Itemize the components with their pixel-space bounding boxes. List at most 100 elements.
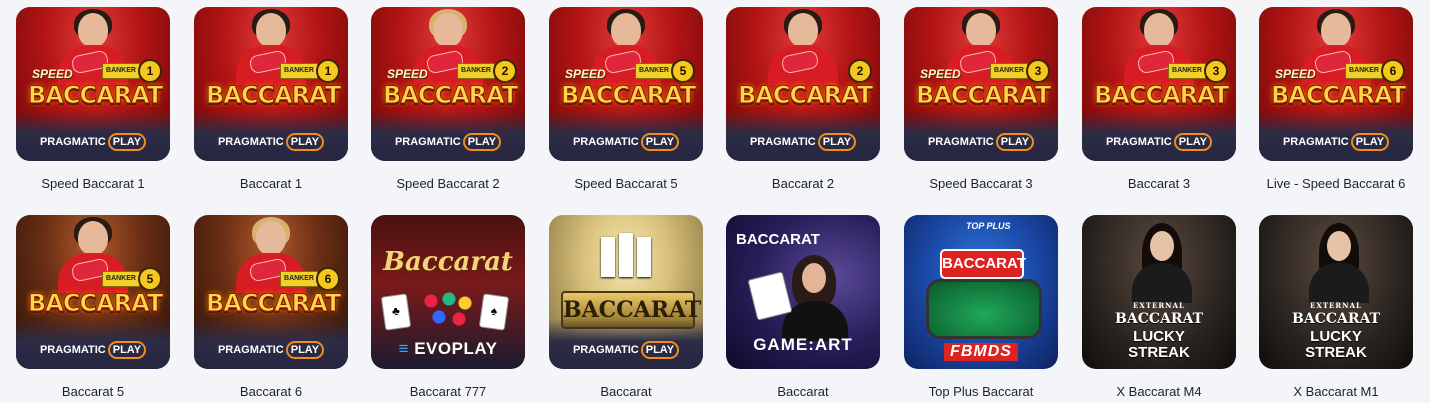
provider-logo: PRAGMATIC PLAY xyxy=(371,133,525,151)
table-number-badge: 5 xyxy=(671,59,695,83)
dealer-face xyxy=(256,13,286,47)
game-grid: BANKER 1 SPEED BACCARAT PRAGMATIC PLAY Sp… xyxy=(0,0,1430,403)
game-title[interactable]: X Baccarat M1 xyxy=(1259,384,1413,399)
game-title[interactable]: Speed Baccarat 3 xyxy=(904,176,1058,191)
banker-badge: BANKER xyxy=(102,63,140,79)
banker-badge: BANKER xyxy=(457,63,495,79)
table-number-badge: 3 xyxy=(1026,59,1050,83)
external-label: EXTERNAL xyxy=(1133,301,1185,310)
game-title[interactable]: Baccarat 777 xyxy=(371,384,525,399)
top-plus-label: TOP PLUS xyxy=(966,221,1011,231)
provider-logo: PRAGMATIC PLAY xyxy=(16,133,170,151)
game-thumbnail[interactable]: TOP PLUS BACCARAT FBMDS xyxy=(904,215,1058,369)
dealer-face xyxy=(78,221,108,255)
dealer-face xyxy=(78,13,108,47)
game-thumbnail[interactable]: BANKER 1 BACCARAT PRAGMATIC PLAY xyxy=(194,7,348,161)
game-title[interactable]: Speed Baccarat 1 xyxy=(16,176,170,191)
provider-logo: PRAGMATIC PLAY xyxy=(904,133,1058,151)
provider-logo: ≡ EVOPLAY xyxy=(398,339,498,358)
game-card[interactable]: 2 BACCARAT PRAGMATIC PLAY Baccarat 2 xyxy=(726,7,880,191)
game-thumbnail[interactable]: BACCARAT PRAGMATIC PLAY xyxy=(549,215,703,369)
game-logo: BACCARAT xyxy=(1115,311,1203,327)
game-logo: BACCARAT xyxy=(1271,81,1407,110)
game-thumbnail[interactable]: BANKER 6 BACCARAT PRAGMATIC PLAY xyxy=(194,215,348,369)
game-card[interactable]: Baccarat ♣ ♠ ≡ EVOPLAY Baccarat 777 xyxy=(371,215,525,399)
streak-label: STREAK xyxy=(1305,344,1367,361)
game-thumbnail[interactable]: Baccarat ♣ ♠ ≡ EVOPLAY xyxy=(371,215,525,369)
external-label: EXTERNAL xyxy=(1310,301,1362,310)
dealer-face xyxy=(802,263,826,293)
game-card[interactable]: BANKER 6 SPEED BACCARAT PRAGMATIC PLAY Li… xyxy=(1259,7,1413,191)
game-title[interactable]: Baccarat xyxy=(549,384,703,399)
dealer-face xyxy=(256,221,286,255)
game-thumbnail[interactable]: BANKER 5 BACCARAT PRAGMATIC PLAY xyxy=(16,215,170,369)
table-number-badge: 6 xyxy=(1381,59,1405,83)
game-title[interactable]: Baccarat 3 xyxy=(1082,176,1236,191)
game-title[interactable]: Baccarat xyxy=(726,384,880,399)
game-logo: BACCARAT xyxy=(206,81,342,110)
provider-logo: PRAGMATIC PLAY xyxy=(194,133,348,151)
game-card[interactable]: BACCARAT PRAGMATIC PLAY Baccarat xyxy=(549,215,703,399)
game-thumbnail[interactable]: BANKER 3 BACCARAT PRAGMATIC PLAY xyxy=(1082,7,1236,161)
game-thumbnail[interactable]: BACCARAT GAME:ART xyxy=(726,215,880,369)
game-title[interactable]: Speed Baccarat 5 xyxy=(549,176,703,191)
game-title[interactable]: Baccarat 5 xyxy=(16,384,170,399)
table-number-badge: 2 xyxy=(493,59,517,83)
playing-card: ♣ xyxy=(380,293,412,331)
game-logo: BACCARAT xyxy=(1292,311,1380,327)
game-logo: BACCARAT xyxy=(28,81,164,110)
lucky-label: LUCKY xyxy=(1133,328,1185,345)
provider-logo: PRAGMATIC PLAY xyxy=(1259,133,1413,151)
game-thumbnail[interactable]: BANKER 1 SPEED BACCARAT PRAGMATIC PLAY xyxy=(16,7,170,161)
game-thumbnail[interactable]: BANKER 6 SPEED BACCARAT PRAGMATIC PLAY xyxy=(1259,7,1413,161)
game-thumbnail[interactable]: BANKER 3 SPEED BACCARAT PRAGMATIC PLAY xyxy=(904,7,1058,161)
game-logo: BACCARAT xyxy=(1094,81,1230,110)
game-card[interactable]: EXTERNAL BACCARAT LUCKY STREAK X Baccara… xyxy=(1082,215,1236,399)
game-logo: BACCARAT xyxy=(940,249,1026,279)
game-card[interactable]: TOP PLUS BACCARAT FBMDS Top Plus Baccara… xyxy=(904,215,1058,399)
game-title[interactable]: X Baccarat M4 xyxy=(1082,384,1236,399)
game-card[interactable]: BANKER 2 SPEED BACCARAT PRAGMATIC PLAY Sp… xyxy=(371,7,525,191)
game-title[interactable]: Baccarat 1 xyxy=(194,176,348,191)
banker-badge: BANKER xyxy=(1345,63,1383,79)
speed-label: SPEED xyxy=(387,67,428,81)
provider-logo: GAME:ART xyxy=(753,335,853,354)
game-thumbnail[interactable]: EXTERNAL BACCARAT LUCKY STREAK xyxy=(1082,215,1236,369)
game-card[interactable]: EXTERNAL BACCARAT LUCKY STREAK X Baccara… xyxy=(1259,215,1413,399)
game-thumbnail[interactable]: 2 BACCARAT PRAGMATIC PLAY xyxy=(726,7,880,161)
banker-badge: BANKER xyxy=(1168,63,1206,79)
game-title[interactable]: Top Plus Baccarat xyxy=(904,384,1058,399)
provider-logo: LUCKY STREAK xyxy=(1082,329,1236,361)
game-card[interactable]: BANKER 5 SPEED BACCARAT PRAGMATIC PLAY Sp… xyxy=(549,7,703,191)
table-number-badge: 2 xyxy=(848,59,872,83)
table-number-badge: 5 xyxy=(138,267,162,291)
lucky-label: LUCKY xyxy=(1310,328,1362,345)
dealer-face xyxy=(1321,13,1351,47)
game-card[interactable]: BANKER 1 SPEED BACCARAT PRAGMATIC PLAY Sp… xyxy=(16,7,170,191)
game-title[interactable]: Live - Speed Baccarat 6 xyxy=(1259,176,1413,191)
game-card[interactable]: BANKER 6 BACCARAT PRAGMATIC PLAY Baccarat… xyxy=(194,215,348,399)
game-thumbnail[interactable]: EXTERNAL BACCARAT LUCKY STREAK xyxy=(1259,215,1413,369)
dealer-face xyxy=(611,13,641,47)
face-cards-icon xyxy=(601,233,651,283)
game-card[interactable]: BANKER 3 SPEED BACCARAT PRAGMATIC PLAY Sp… xyxy=(904,7,1058,191)
banker-badge: BANKER xyxy=(102,271,140,287)
game-title[interactable]: Speed Baccarat 2 xyxy=(371,176,525,191)
game-thumbnail[interactable]: BANKER 5 SPEED BACCARAT PRAGMATIC PLAY xyxy=(549,7,703,161)
game-title[interactable]: Baccarat 2 xyxy=(726,176,880,191)
dealer-face xyxy=(966,13,996,47)
dealer-face xyxy=(433,13,463,47)
game-card[interactable]: BACCARAT GAME:ART Baccarat xyxy=(726,215,880,399)
provider-logo: PRAGMATIC PLAY xyxy=(549,133,703,151)
game-thumbnail[interactable]: BANKER 2 SPEED BACCARAT PRAGMATIC PLAY xyxy=(371,7,525,161)
game-title[interactable]: Baccarat 6 xyxy=(194,384,348,399)
banker-badge: BANKER xyxy=(990,63,1028,79)
game-card[interactable]: BANKER 3 BACCARAT PRAGMATIC PLAY Baccarat… xyxy=(1082,7,1236,191)
speed-label: SPEED xyxy=(1275,67,1316,81)
provider-logo: PRAGMATIC PLAY xyxy=(194,341,348,359)
dealer-face xyxy=(1327,231,1351,261)
game-card[interactable]: BANKER 1 BACCARAT PRAGMATIC PLAY Baccarat… xyxy=(194,7,348,191)
game-card[interactable]: BANKER 5 BACCARAT PRAGMATIC PLAY Baccarat… xyxy=(16,215,170,399)
speed-label: SPEED xyxy=(565,67,606,81)
dealer-face xyxy=(1150,231,1174,261)
